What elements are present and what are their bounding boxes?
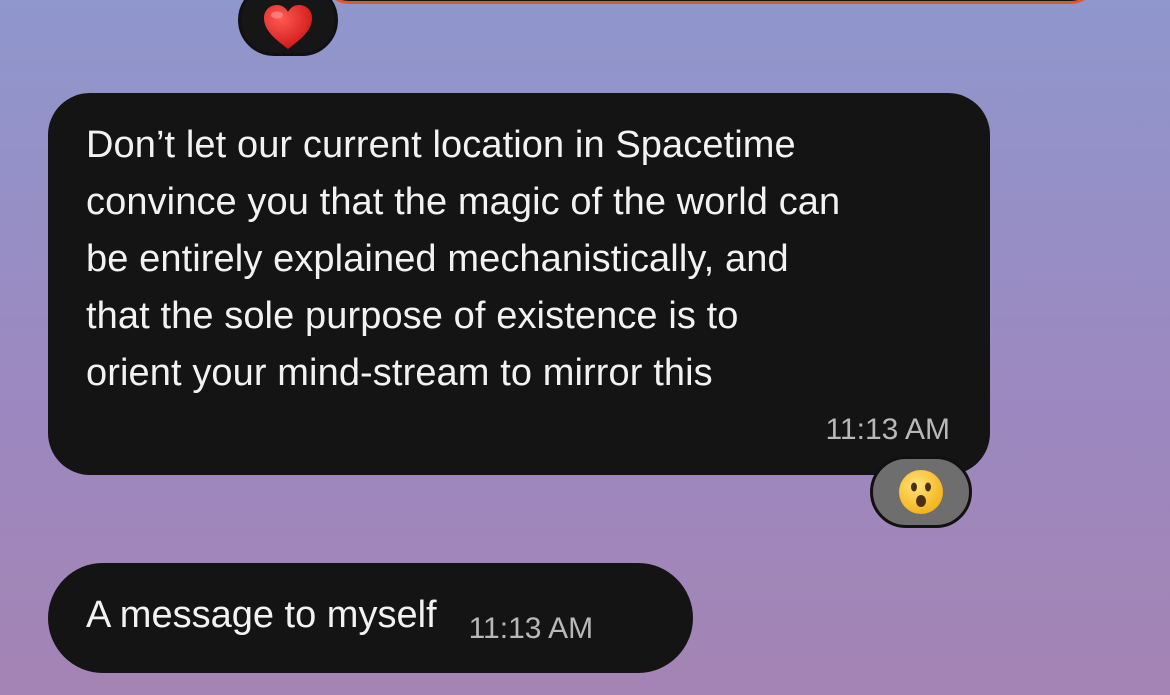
surprised-face-icon — [897, 468, 945, 516]
message-timestamp: 11:13 AM — [825, 413, 950, 446]
message-bubble-long[interactable]: Don’t let our current location in Spacet… — [48, 93, 990, 475]
surprised-reaction[interactable] — [870, 456, 972, 528]
previous-message-bubble[interactable] — [320, 0, 1100, 4]
message-timestamp: 11:13 AM — [468, 612, 594, 645]
heart-reaction[interactable] — [238, 0, 338, 56]
message-text: A message to myself — [86, 593, 437, 636]
message-bubble-short[interactable]: A message to myself 11:13 AM — [48, 563, 693, 673]
message-text: Don’t let our current location in Spacet… — [86, 124, 841, 394]
heart-icon — [262, 3, 314, 51]
